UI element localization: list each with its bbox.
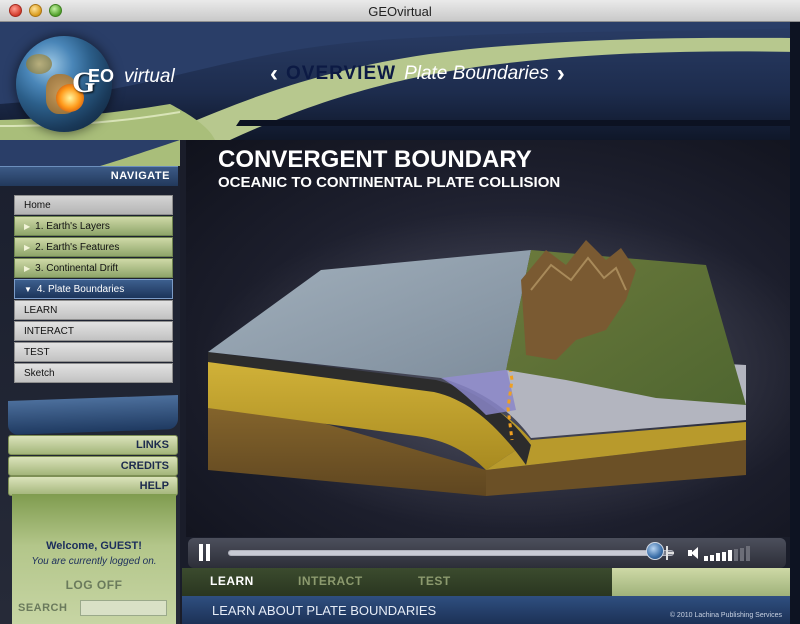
logo-word-virtual: virtual [124, 66, 175, 87]
window-title: GEOvirtual [368, 4, 432, 19]
nav-item-label: Sketch [24, 367, 55, 379]
section-title: Plate Boundaries [404, 63, 549, 84]
volume-level-bar[interactable] [740, 547, 744, 561]
volume-level-bar[interactable] [734, 549, 738, 561]
nav-item-label: 3. Continental Drift [35, 262, 118, 274]
window-titlebar: GEOvirtual [0, 0, 800, 22]
nav-item-label: LEARN [24, 304, 58, 316]
nav-subitem-test[interactable]: TEST [14, 342, 173, 362]
help-button[interactable]: HELP [8, 476, 178, 496]
nav-item-label: 1. Earth's Layers [35, 220, 110, 232]
logo-letters-eo: EO [88, 66, 115, 86]
convergent-boundary-illustration [196, 210, 790, 530]
navigate-header: NAVIGATE [0, 166, 178, 186]
chevron-right-icon: ▶ [24, 242, 31, 252]
sidebar: NAVIGATE Home ▶ 1. Earth's Layers ▶ 2. E… [0, 140, 180, 624]
nav-item-label: TEST [24, 346, 50, 358]
mode-tab-bar: LEARN INTERACT TEST [182, 568, 790, 596]
progress-handle[interactable] [646, 542, 664, 560]
nav-item-label: Home [24, 199, 51, 211]
progress-fill [229, 551, 660, 555]
nav-item-label: 2. Earth's Features [35, 241, 120, 253]
search-input[interactable] [80, 600, 167, 616]
chevron-right-icon: ▶ [24, 221, 31, 231]
slide-subtitle: OCEANIC TO CONTINENTAL PLATE COLLISION [218, 174, 561, 191]
search-label: SEARCH [18, 602, 68, 614]
links-button[interactable]: LINKS [8, 435, 178, 455]
volume-level-bar[interactable] [716, 553, 720, 561]
log-off-button[interactable]: LOG OFF [12, 578, 176, 592]
nav-item-label: INTERACT [24, 325, 74, 337]
nav-subitem-interact[interactable]: INTERACT [14, 321, 173, 341]
nav-item-plate-boundaries[interactable]: ▼ 4. Plate Boundaries [14, 279, 173, 299]
tab-test[interactable]: TEST [418, 574, 451, 588]
end-marker-icon [666, 546, 674, 560]
slide-title: CONVERGENT BOUNDARY [218, 146, 532, 173]
nav-subitem-learn[interactable]: LEARN [14, 300, 173, 320]
volume-level-bar[interactable] [704, 556, 708, 561]
volume-level-bar[interactable] [746, 546, 750, 561]
tab-interact[interactable]: INTERACT [298, 574, 363, 588]
overview-label: OVERVIEW [286, 63, 397, 84]
login-status: You are currently logged on. [31, 556, 157, 567]
volume-level-bar[interactable] [710, 554, 714, 561]
nav-item-continental-drift[interactable]: ▶ 3. Continental Drift [14, 258, 173, 278]
media-player-controls [188, 538, 786, 568]
nav-item-home[interactable]: Home [14, 195, 173, 215]
tab-learn[interactable]: LEARN [210, 574, 254, 588]
lesson-caption: LEARN ABOUT PLATE BOUNDARIES [212, 603, 437, 618]
nav-item-earths-layers[interactable]: ▶ 1. Earth's Layers [14, 216, 173, 236]
nav-subitem-sketch[interactable]: Sketch [14, 363, 173, 383]
nav-item-label: 4. Plate Boundaries [36, 283, 125, 295]
welcome-message: Welcome, GUEST! [46, 540, 142, 552]
lesson-stage: CONVERGENT BOUNDARY OCEANIC TO CONTINENT… [186, 140, 790, 537]
sidebar-decorative-tab [8, 395, 178, 435]
chevron-right-icon: ▶ [24, 263, 31, 273]
pause-icon[interactable] [198, 544, 212, 562]
speaker-icon[interactable] [688, 547, 700, 559]
credits-button[interactable]: CREDITS [8, 456, 178, 476]
account-panel: Welcome, GUEST! You are currently logged… [12, 494, 176, 624]
right-rail [790, 22, 800, 624]
chevron-down-icon: ▼ [24, 284, 32, 294]
nav-item-earths-features[interactable]: ▶ 2. Earth's Features [14, 237, 173, 257]
volume-level-bar[interactable] [722, 551, 726, 561]
progress-track[interactable] [228, 550, 674, 556]
caption-bar: LEARN ABOUT PLATE BOUNDARIES © 2010 Lach… [182, 596, 790, 624]
section-navigator: ‹ OVERVIEW Plate Boundaries › [270, 62, 565, 86]
nav-list: Home ▶ 1. Earth's Layers ▶ 2. Earth's Fe… [14, 195, 173, 384]
navigate-label: NAVIGATE [110, 170, 170, 182]
app-header: G EO virtual ‹ OVERVIEW Plate Boundaries… [0, 22, 800, 140]
volume-level-bar[interactable] [728, 550, 732, 561]
next-section-chevron-icon[interactable]: › [557, 62, 565, 86]
copyright-notice: © 2010 Lachina Publishing Services [669, 612, 782, 619]
volume-meter[interactable] [704, 545, 750, 561]
previous-section-chevron-icon[interactable]: ‹ [270, 62, 278, 86]
